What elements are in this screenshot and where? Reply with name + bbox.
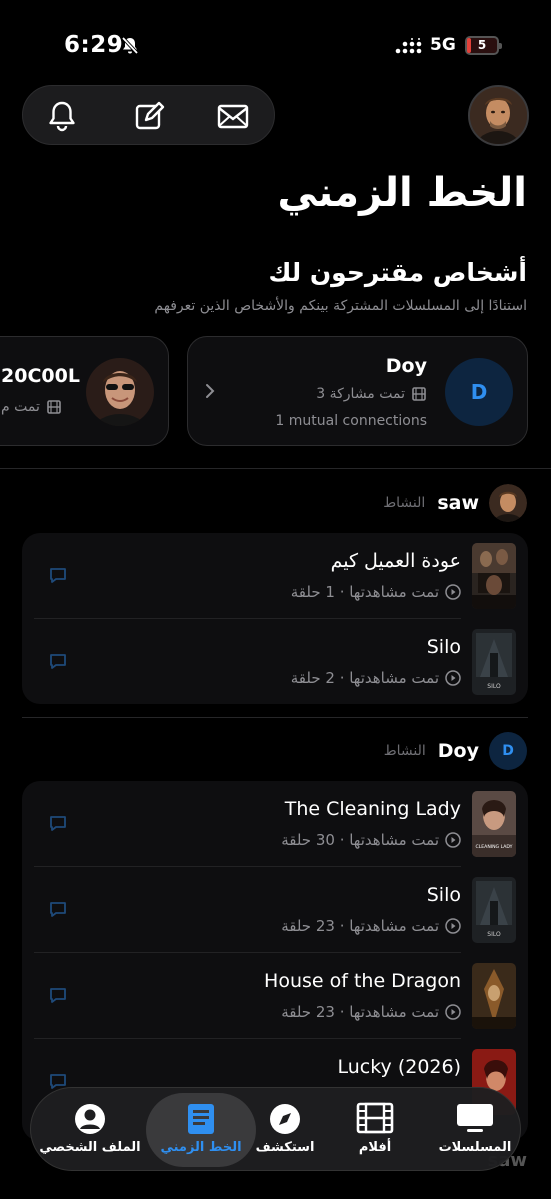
- shared-count: تمت مشاركة 3: [316, 386, 405, 402]
- suggestion-shared: تمت م: [1, 399, 62, 415]
- suggestions-subtitle: استنادًا إلى المسلسلات المشتركة بينكم وا…: [154, 298, 527, 314]
- show-title: Silo: [426, 884, 461, 906]
- suggestion-name: Doy: [385, 355, 427, 377]
- list-item[interactable]: عودة العميل كيم تمت مشاهدتها · 1 حلقة: [22, 533, 528, 619]
- compass-icon: [270, 1104, 300, 1134]
- activity-label: النشاط: [383, 743, 426, 759]
- poster-house-of-the-dragon: [472, 963, 516, 1029]
- tab-label: الخط الزمني: [160, 1140, 242, 1155]
- play-icon: [445, 918, 461, 934]
- compose-icon[interactable]: [132, 99, 166, 133]
- poster-silo: SILO: [472, 877, 516, 943]
- play-icon: [445, 832, 461, 848]
- avatar: [86, 358, 154, 426]
- avatar: D: [445, 358, 513, 426]
- poster-agent-kim: [472, 543, 516, 609]
- tab-timeline[interactable]: الخط الزمني: [146, 1093, 256, 1167]
- play-icon: [445, 1004, 461, 1020]
- comment-icon[interactable]: [48, 900, 68, 920]
- activity-group-saw: عودة العميل كيم تمت مشاهدتها · 1 حلقة SI…: [22, 533, 528, 704]
- page-title: الخط الزمني: [277, 170, 528, 216]
- tab-label: المسلسلات: [438, 1140, 512, 1155]
- poster-caption: CLEANING LADY: [476, 844, 513, 850]
- watch-meta: تمت مشاهدتها · 1 حلقة: [291, 583, 461, 601]
- tab-bar: المسلسلات أفلام استكشف الخط الزمني الملف…: [30, 1087, 521, 1171]
- network-type: 5G: [430, 35, 456, 55]
- suggestion-shared: تمت مشاركة 3: [316, 386, 427, 402]
- watch-meta: تمت مشاهدتها · 23 حلقة: [281, 917, 461, 935]
- show-title: Lucky (2026): [337, 1056, 461, 1078]
- activity-username: Doy: [437, 740, 479, 762]
- list-item[interactable]: SILO Silo تمت مشاهدتها · 23 حلقة: [22, 867, 528, 953]
- poster-cleaning-lady: CLEANING LADY: [472, 791, 516, 857]
- newspaper-icon: [188, 1104, 214, 1134]
- divider: [0, 468, 551, 469]
- bell-icon[interactable]: [45, 99, 79, 133]
- list-item[interactable]: SILO Silo تمت مشاهدتها · 2 حلقة: [22, 619, 528, 705]
- top-actions-bar: [22, 85, 275, 145]
- show-title: The Cleaning Lady: [284, 798, 461, 820]
- tab-series[interactable]: المسلسلات: [430, 1088, 520, 1172]
- film-icon: [412, 387, 426, 401]
- divider: [22, 717, 528, 718]
- tv-icon: [457, 1104, 493, 1132]
- activity-header-saw[interactable]: saw النشاط: [383, 483, 527, 523]
- suggestion-name: 20C00L: [1, 365, 80, 387]
- user-icon: [75, 1104, 105, 1134]
- play-icon: [445, 584, 461, 600]
- timeline-screen: 6:29 5G 5 الخط الزمني أشخاص مقترحون لك ا…: [0, 0, 551, 1199]
- watch-meta: تمت مشاهدتها · 30 حلقة: [281, 831, 461, 849]
- comment-icon[interactable]: [48, 986, 68, 1006]
- film-strip-icon: [356, 1102, 394, 1134]
- list-item[interactable]: CLEANING LADY The Cleaning Lady تمت مشاه…: [22, 781, 528, 867]
- show-title: House of the Dragon: [264, 970, 461, 992]
- play-icon: [445, 670, 461, 686]
- profile-photo: [470, 87, 527, 144]
- signal-icon: [395, 38, 422, 54]
- watch-meta: تمت مشاهدتها · 23 حلقة: [281, 1003, 461, 1021]
- activity-username: saw: [437, 492, 479, 514]
- tab-profile[interactable]: الملف الشخصي: [38, 1088, 142, 1172]
- show-title: عودة العميل كيم: [330, 550, 461, 572]
- tab-label: أفلام: [358, 1140, 392, 1155]
- profile-avatar[interactable]: [468, 85, 529, 146]
- activity-header-doy[interactable]: D Doy النشاط: [384, 731, 527, 771]
- status-bar: 6:29 5G 5: [0, 30, 551, 64]
- watch-meta-text: تمت مشاهدتها · 1 حلقة: [290, 583, 439, 601]
- comment-icon[interactable]: [48, 814, 68, 834]
- show-title: Silo: [426, 636, 461, 658]
- avatar: D: [489, 732, 527, 770]
- comment-icon[interactable]: [48, 652, 68, 672]
- comment-icon[interactable]: [48, 566, 68, 586]
- watch-meta: تمت مشاهدتها · 2 حلقة: [291, 669, 461, 687]
- watch-meta-text: تمت مشاهدتها · 23 حلقة: [281, 917, 439, 935]
- avatar: [489, 484, 527, 522]
- shared-count: تمت م: [1, 399, 40, 415]
- battery-indicator: 5: [465, 36, 502, 55]
- poster-caption: SILO: [487, 683, 501, 690]
- tab-label: الملف الشخصي: [39, 1140, 141, 1155]
- activity-label: النشاط: [383, 495, 426, 511]
- bell-muted-icon: [121, 36, 139, 55]
- suggestion-card-doy[interactable]: D Doy تمت مشاركة 3 1 mutual connections: [187, 336, 528, 446]
- chevron-right-icon[interactable]: [204, 383, 216, 399]
- mutual-connections: 1 mutual connections: [275, 413, 427, 429]
- mail-icon[interactable]: [216, 99, 250, 133]
- status-time: 6:29: [64, 32, 124, 58]
- poster-caption: SILO: [487, 931, 501, 938]
- watch-meta-text: تمت مشاهدتها · 23 حلقة: [281, 1003, 439, 1021]
- suggestions-title: أشخاص مقترحون لك: [268, 258, 527, 287]
- battery-level: 5: [477, 38, 487, 52]
- tab-movies[interactable]: أفلام: [330, 1088, 420, 1172]
- film-icon: [47, 400, 61, 414]
- suggestion-card-20c00l[interactable]: 20C00L تمت م: [0, 336, 169, 446]
- poster-silo: SILO: [472, 629, 516, 695]
- list-item[interactable]: House of the Dragon تمت مشاهدتها · 23 حل…: [22, 953, 528, 1039]
- watch-meta-text: تمت مشاهدتها · 2 حلقة: [290, 669, 439, 687]
- watch-meta-text: تمت مشاهدتها · 30 حلقة: [281, 831, 439, 849]
